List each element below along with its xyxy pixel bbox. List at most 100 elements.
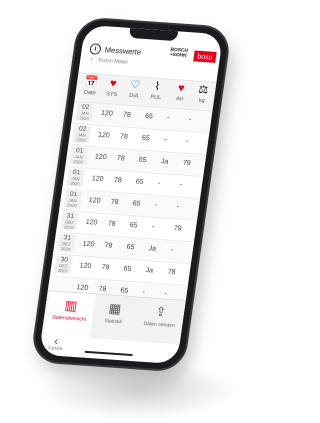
pul-value: 65 bbox=[123, 265, 132, 273]
date-year: 2020 bbox=[69, 180, 80, 187]
dia-value: 78 bbox=[104, 242, 113, 250]
date-cell: 02 JAN 2020 bbox=[75, 103, 95, 122]
back-button[interactable]: ‹ zurück bbox=[47, 334, 64, 353]
date-year: 2020 bbox=[73, 158, 84, 165]
column-kg[interactable]: ⚖ kg bbox=[190, 83, 215, 104]
kg-value: - bbox=[170, 246, 174, 254]
boso-logo: boso bbox=[193, 50, 217, 63]
measurement-list[interactable]: 02 JAN 2020 120 78 65- -02 JAN 2020 120 78 65- -01 JA… bbox=[46, 102, 213, 313]
column-label: Arr bbox=[175, 96, 184, 103]
kg-value: - bbox=[188, 116, 192, 124]
arr-value: - bbox=[157, 179, 161, 188]
date-cell: 31 DEZ 2019 bbox=[57, 234, 76, 252]
pul-value: 65 bbox=[132, 200, 142, 208]
dia-value: 78 bbox=[98, 285, 107, 294]
sys-value: 120 bbox=[76, 284, 89, 292]
data-overview-icon: ▥ bbox=[63, 297, 79, 314]
dia-value: 78 bbox=[113, 176, 123, 185]
sys-value: 120 bbox=[82, 240, 95, 249]
kg-value: - bbox=[176, 203, 180, 211]
date-cell: 01 JAN 2020 bbox=[63, 190, 82, 209]
statistics-icon: ▦ bbox=[107, 300, 123, 317]
date-cell: 01 JAN 2020 bbox=[66, 168, 85, 187]
home-indicator[interactable] bbox=[84, 350, 133, 357]
column-arr[interactable]: ♥ Arr bbox=[168, 82, 193, 103]
column-label: PUL bbox=[149, 94, 162, 102]
arr-value: Ja bbox=[145, 267, 154, 275]
arr-value: - bbox=[154, 201, 158, 209]
date-cell: 30 DEZ 2019 bbox=[54, 255, 73, 274]
arr-value: Ja bbox=[160, 158, 169, 166]
app-screen: Messwerte › Robin Maier BOSCH +SOHN boso… bbox=[38, 24, 224, 365]
pul-value: 65 bbox=[126, 243, 135, 252]
dia-value: 78 bbox=[122, 111, 132, 119]
date-year: 2020 bbox=[66, 202, 77, 209]
column-sys[interactable]: ♥ SYS bbox=[100, 77, 125, 98]
sys-value: 120 bbox=[88, 197, 101, 205]
kg-value: - bbox=[185, 137, 189, 145]
dia-value: 78 bbox=[119, 133, 129, 141]
heart-outline-icon: ♡ bbox=[129, 79, 142, 92]
column-label: kg bbox=[198, 97, 206, 105]
kg-value: 78 bbox=[167, 268, 176, 277]
arr-value: - bbox=[166, 114, 170, 122]
date-cell: 01 JAN 2020 bbox=[69, 146, 89, 165]
tab-share[interactable]: ⇪ Daten senden bbox=[134, 298, 186, 345]
sys-value: 120 bbox=[85, 218, 98, 227]
heart-filled-icon: ♥ bbox=[109, 77, 118, 90]
arr-value: - bbox=[163, 136, 167, 144]
arrhythmia-heart-icon: ♥ bbox=[177, 82, 186, 95]
kg-value: - bbox=[164, 290, 168, 298]
column-pul[interactable]: ⌇ PUL bbox=[144, 80, 169, 101]
kg-value: 79 bbox=[173, 225, 182, 233]
date-cell: 02 JAN 2020 bbox=[72, 125, 92, 144]
phone-frame: Messwerte › Robin Maier BOSCH +SOHN boso… bbox=[31, 18, 231, 371]
pul-value: 65 bbox=[135, 178, 145, 186]
user-name[interactable]: Robin Maier bbox=[98, 58, 128, 66]
arr-value: - bbox=[151, 223, 155, 231]
pul-value: 65 bbox=[120, 287, 129, 295]
arr-value: - bbox=[142, 288, 146, 296]
sys-value: 120 bbox=[79, 262, 92, 271]
column-label: Date bbox=[83, 89, 96, 97]
calendar-icon: 📅 bbox=[83, 75, 99, 89]
date-year: 2019 bbox=[60, 246, 71, 252]
dia-value: 78 bbox=[107, 220, 116, 228]
pul-value: 65 bbox=[141, 134, 151, 143]
date-year: 2019 bbox=[63, 224, 74, 230]
column-label: SYS bbox=[105, 91, 118, 99]
sys-value: 120 bbox=[91, 175, 104, 184]
column-date[interactable]: 📅 Date bbox=[78, 76, 103, 97]
dia-value: 78 bbox=[110, 198, 120, 207]
chevron-right-icon: › bbox=[89, 56, 94, 64]
page-title: Messwerte bbox=[104, 45, 142, 57]
back-label: zurück bbox=[47, 345, 63, 353]
sys-value: 120 bbox=[94, 153, 108, 162]
pul-value: 65 bbox=[129, 221, 138, 230]
weight-icon: ⚖ bbox=[197, 83, 210, 97]
device: Messwerte › Robin Maier BOSCH +SOHN boso… bbox=[0, 0, 253, 423]
tab-label: Statistik bbox=[103, 318, 123, 326]
kg-value: - bbox=[179, 181, 183, 189]
date-cell: 31 DEZ 2019 bbox=[60, 212, 79, 231]
arr-value: Ja bbox=[148, 245, 157, 253]
column-label: DIA bbox=[128, 92, 139, 100]
pul-value: 65 bbox=[138, 156, 148, 165]
sys-value: 120 bbox=[100, 109, 114, 118]
tab-label: Daten senden bbox=[143, 320, 176, 330]
column-dia[interactable]: ♡ DIA bbox=[122, 79, 147, 100]
clock-icon bbox=[89, 43, 102, 55]
pulse-icon: ⌇ bbox=[153, 80, 161, 93]
bosch-sohn-logo: BOSCH +SOHN bbox=[169, 47, 189, 59]
pul-value: 65 bbox=[144, 113, 154, 121]
kg-value: 79 bbox=[182, 159, 192, 168]
date-year: 2020 bbox=[79, 115, 90, 122]
phone-notch bbox=[128, 27, 179, 42]
date-year: 2019 bbox=[57, 267, 68, 274]
dia-value: 78 bbox=[101, 263, 110, 272]
tab-label: Datenübersicht bbox=[51, 314, 87, 323]
share-icon: ⇪ bbox=[154, 303, 168, 320]
date-year: 2020 bbox=[76, 137, 87, 143]
dia-value: 78 bbox=[116, 155, 126, 163]
tab-statistics[interactable]: ▦ Statistik bbox=[88, 294, 140, 341]
